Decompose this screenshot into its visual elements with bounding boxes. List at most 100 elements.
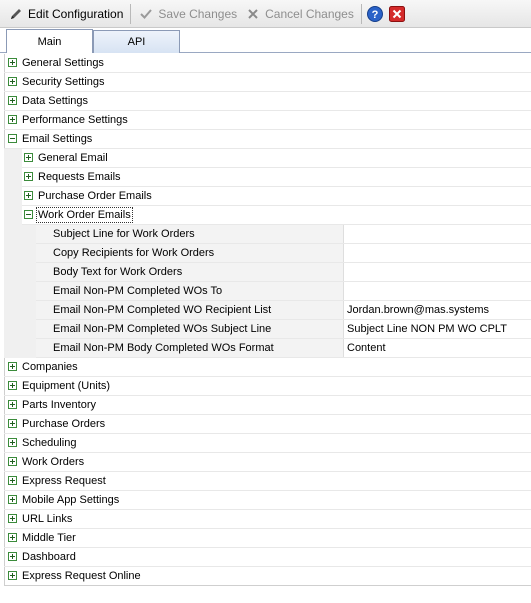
tree-node-label: Middle Tier <box>22 532 76 544</box>
tree-indent <box>4 244 36 263</box>
property-row[interactable]: Email Non-PM Completed WO Recipient List… <box>4 301 531 320</box>
expand-icon[interactable] <box>8 514 17 523</box>
tree-node-performance-settings[interactable]: Performance Settings <box>4 111 531 130</box>
tab-api[interactable]: API <box>93 30 180 53</box>
tree-node-purchase-orders[interactable]: Purchase Orders <box>4 415 531 434</box>
property-name: Subject Line for Work Orders <box>53 228 195 240</box>
tree-node-parts-inventory[interactable]: Parts Inventory <box>4 396 531 415</box>
checkmark-icon <box>138 6 154 22</box>
tree-node-companies[interactable]: Companies <box>4 358 531 377</box>
tree-node-express-request-online[interactable]: Express Request Online <box>4 567 531 586</box>
expand-icon[interactable] <box>8 419 17 428</box>
save-changes-label: Save Changes <box>158 6 238 21</box>
tree-node-general-email[interactable]: General Email <box>4 149 531 168</box>
tree-node-work-order-emails[interactable]: Work Order Emails <box>4 206 531 225</box>
tree-node-middle-tier[interactable]: Middle Tier <box>4 529 531 548</box>
property-name-cell: Email Non-PM Body Completed WOs Format <box>36 339 344 357</box>
tree-node-purchase-order-emails[interactable]: Purchase Order Emails <box>4 187 531 206</box>
property-value-cell[interactable]: Content <box>345 339 531 357</box>
expand-icon[interactable] <box>24 172 33 181</box>
tree-node-email-settings[interactable]: Email Settings <box>4 130 531 149</box>
expand-icon[interactable] <box>8 457 17 466</box>
property-name-cell: Email Non-PM Completed WOs To <box>36 282 344 300</box>
tree-node-dashboard[interactable]: Dashboard <box>4 548 531 567</box>
property-row[interactable]: Body Text for Work Orders <box>4 263 531 282</box>
property-value-cell[interactable] <box>345 225 531 243</box>
expand-icon[interactable] <box>8 571 17 580</box>
cancel-changes-button[interactable]: Cancel Changes <box>241 3 358 25</box>
tree-node-label: Purchase Orders <box>22 418 106 430</box>
tree-node-data-settings[interactable]: Data Settings <box>4 92 531 111</box>
tab-main[interactable]: Main <box>6 29 93 53</box>
property-name-cell: Subject Line for Work Orders <box>36 225 344 243</box>
property-row[interactable]: Copy Recipients for Work Orders <box>4 244 531 263</box>
tree-node-security-settings[interactable]: Security Settings <box>4 73 531 92</box>
property-value-cell[interactable]: Subject Line NON PM WO CPLT <box>345 320 531 338</box>
property-value-cell[interactable] <box>345 263 531 281</box>
property-name-cell: Email Non-PM Completed WO Recipient List <box>36 301 344 319</box>
property-name-cell: Copy Recipients for Work Orders <box>36 244 344 262</box>
tree-indent <box>4 282 36 301</box>
tree-node-equipment[interactable]: Equipment (Units) <box>4 377 531 396</box>
tab-main-label: Main <box>37 35 62 48</box>
expand-icon[interactable] <box>8 58 17 67</box>
property-row[interactable]: Email Non-PM Body Completed WOs Format C… <box>4 339 531 358</box>
expand-icon[interactable] <box>8 115 17 124</box>
expand-icon[interactable] <box>8 400 17 409</box>
property-value: Subject Line NON PM WO CPLT <box>347 323 507 335</box>
expand-icon[interactable] <box>8 552 17 561</box>
pencil-icon <box>8 6 24 22</box>
tree-indent <box>4 168 22 187</box>
property-name: Email Non-PM Body Completed WOs Format <box>53 342 274 354</box>
tab-strip: Main API <box>0 28 531 53</box>
property-row[interactable]: Email Non-PM Completed WOs To <box>4 282 531 301</box>
property-value-cell[interactable]: Jordan.brown@mas.systems <box>345 301 531 319</box>
tree-node-label: Scheduling <box>22 437 77 449</box>
tree-indent <box>4 320 36 339</box>
expand-icon[interactable] <box>24 191 33 200</box>
tab-api-label: API <box>127 36 146 48</box>
tree-node-label: Purchase Order Emails <box>38 190 152 202</box>
save-changes-button[interactable]: Save Changes <box>134 3 241 25</box>
collapse-icon[interactable] <box>24 210 33 219</box>
property-value: Jordan.brown@mas.systems <box>347 304 489 316</box>
expand-icon[interactable] <box>8 438 17 447</box>
tree-node-express-request[interactable]: Express Request <box>4 472 531 491</box>
cancel-changes-label: Cancel Changes <box>265 6 354 21</box>
edit-configuration-button[interactable]: Edit Configuration <box>4 3 127 25</box>
property-row[interactable]: Email Non-PM Completed WOs Subject Line … <box>4 320 531 339</box>
property-name: Body Text for Work Orders <box>53 266 183 278</box>
expand-icon[interactable] <box>8 96 17 105</box>
tree-node-requests-emails[interactable]: Requests Emails <box>4 168 531 187</box>
expand-icon[interactable] <box>8 495 17 504</box>
help-button[interactable]: ? <box>365 3 387 25</box>
expand-icon[interactable] <box>8 381 17 390</box>
property-value-cell[interactable] <box>345 282 531 300</box>
property-value-cell[interactable] <box>345 244 531 262</box>
property-row[interactable]: Subject Line for Work Orders <box>4 225 531 244</box>
expand-icon[interactable] <box>8 362 17 371</box>
toolbar-separator <box>360 3 362 24</box>
tree-node-label: Work Orders <box>22 456 85 468</box>
tree-node-general-settings[interactable]: General Settings <box>4 54 531 73</box>
tree-indent <box>4 206 22 225</box>
tree-node-mobile-app-settings[interactable]: Mobile App Settings <box>4 491 531 510</box>
tree-indent <box>4 225 36 244</box>
collapse-icon[interactable] <box>8 134 17 143</box>
expand-icon[interactable] <box>8 77 17 86</box>
tree-node-scheduling[interactable]: Scheduling <box>4 434 531 453</box>
svg-text:?: ? <box>371 9 378 21</box>
tree-node-label: Parts Inventory <box>22 399 96 411</box>
tree-node-label: Work Order Emails <box>36 207 133 223</box>
tree-node-url-links[interactable]: URL Links <box>4 510 531 529</box>
close-button[interactable] <box>387 3 411 25</box>
expand-icon[interactable] <box>24 153 33 162</box>
tree-node-label: Equipment (Units) <box>22 380 111 392</box>
expand-icon[interactable] <box>8 476 17 485</box>
tree-node-label: General Email <box>38 152 108 164</box>
x-icon <box>245 6 261 22</box>
expand-icon[interactable] <box>8 533 17 542</box>
tree-node-work-orders[interactable]: Work Orders <box>4 453 531 472</box>
edit-configuration-label: Edit Configuration <box>28 6 124 21</box>
tree-node-label: Data Settings <box>22 95 89 107</box>
